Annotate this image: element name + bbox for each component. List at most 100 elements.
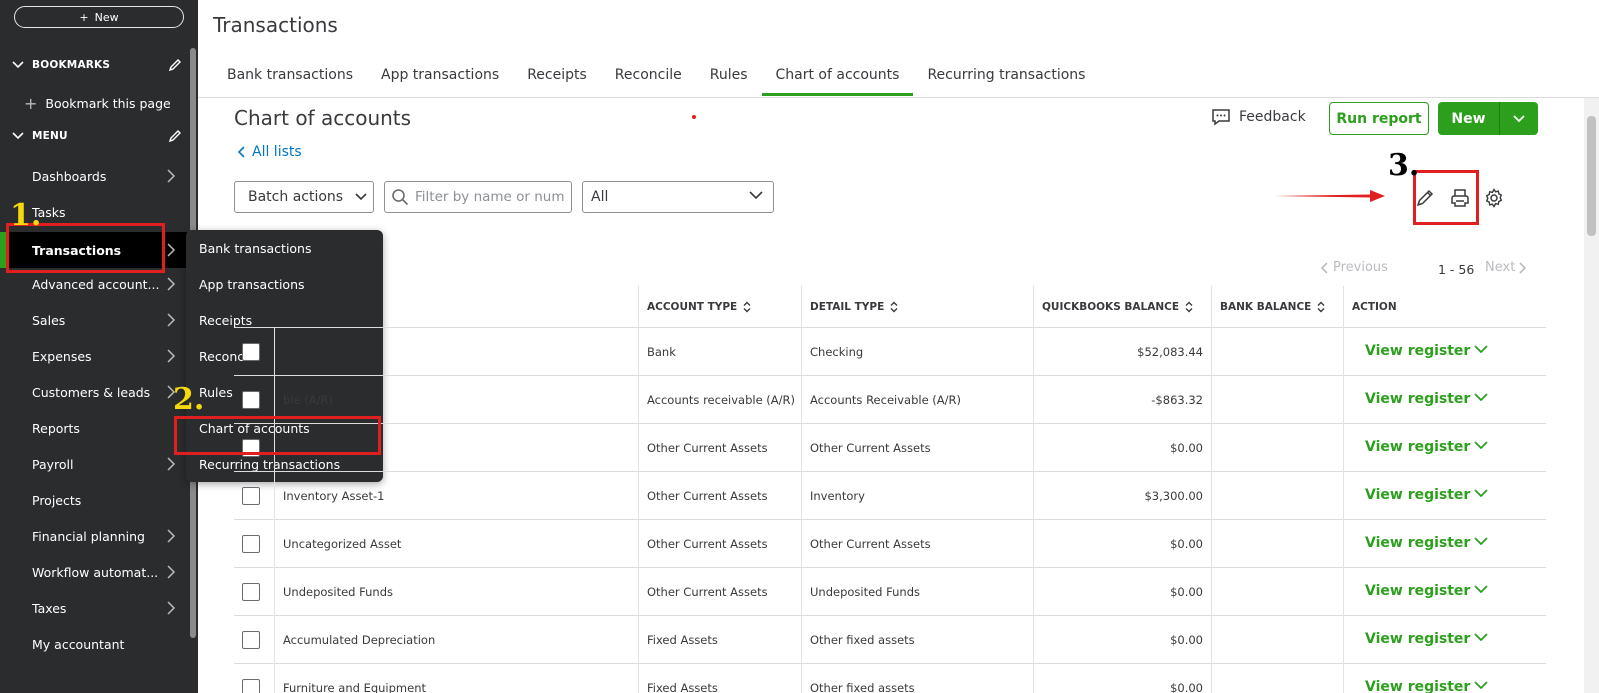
edit-menu-pencil-icon[interactable] [168, 129, 182, 143]
table-header: ACCOUNT TYPE DETAIL TYPE QUICKBOOKS BALA… [234, 286, 1546, 328]
chevron-left-icon [238, 146, 245, 158]
menu-header[interactable]: MENU [12, 129, 182, 143]
tab-receipts[interactable]: Receipts [513, 60, 601, 96]
nav-item-dashboards[interactable]: Dashboards [0, 160, 190, 192]
bookmarks-header[interactable]: BOOKMARKS [12, 58, 182, 72]
row-checkbox[interactable] [242, 535, 260, 553]
annotation-step-1: 1. [10, 198, 42, 233]
chevron-down-icon[interactable] [1474, 393, 1488, 402]
nav-item-taxes[interactable]: Taxes [0, 592, 190, 624]
chevron-right-icon [1519, 261, 1527, 274]
detail-type: Accounts Receivable (A/R) [801, 376, 1033, 424]
annotation-arrow [1274, 190, 1385, 202]
view-register-link[interactable]: View register [1365, 487, 1470, 503]
row-checkbox[interactable] [242, 487, 260, 505]
filter-search-box [384, 181, 572, 213]
edit-bookmarks-pencil-icon[interactable] [168, 58, 182, 72]
detail-type: Undeposited Funds [801, 568, 1033, 616]
nav-item-reports[interactable]: Reports [0, 412, 190, 444]
tab-app-transactions[interactable]: App transactions [367, 60, 513, 96]
sort-icon [1317, 301, 1325, 313]
batch-actions-dropdown[interactable]: Batch actions [234, 181, 374, 213]
bank-balance [1211, 472, 1343, 520]
pager-count: 1 - 56 [1438, 262, 1475, 277]
view-register-link[interactable]: View register [1365, 343, 1470, 359]
scrollbar-thumb[interactable] [1587, 116, 1596, 236]
new-button[interactable]: + New [14, 6, 184, 28]
main-content: Transactions Bank transactions App trans… [198, 0, 1599, 693]
main-scrollbar[interactable] [1584, 98, 1599, 693]
nav-item-projects[interactable]: Projects [0, 484, 190, 516]
annotation-step-2: 2. [173, 382, 205, 417]
all-lists-link[interactable]: All lists [238, 144, 302, 160]
chevron-down-icon[interactable] [1474, 345, 1488, 354]
tab-reconcile[interactable]: Reconcile [601, 60, 696, 96]
col-detail-type[interactable]: DETAIL TYPE [801, 286, 1033, 328]
gear-icon[interactable] [1484, 188, 1504, 208]
nav-item-sales[interactable]: Sales [0, 304, 190, 336]
nav-item-workflow-automation[interactable]: Workflow automat... [0, 556, 190, 588]
chevron-left-icon [1321, 261, 1328, 274]
new-dropdown-toggle[interactable] [1500, 102, 1538, 135]
detail-type: Checking [801, 328, 1033, 376]
quickbooks-balance: $3,300.00 [1033, 472, 1211, 520]
view-register-link[interactable]: View register [1365, 631, 1470, 647]
chevron-down-icon[interactable] [1474, 681, 1488, 690]
quickbooks-balance: $0.00 [1033, 616, 1211, 664]
quickbooks-balance: $52,083.44 [1033, 328, 1211, 376]
detail-type: Other Current Assets [801, 424, 1033, 472]
row-checkbox[interactable] [242, 631, 260, 649]
account-type: Other Current Assets [638, 520, 801, 568]
col-account-type[interactable]: ACCOUNT TYPE [638, 286, 801, 328]
col-quickbooks-balance[interactable]: QUICKBOOKS BALANCE [1033, 286, 1211, 328]
pager-next[interactable]: Next [1485, 260, 1527, 275]
row-checkbox[interactable] [242, 679, 260, 693]
col-bank-balance[interactable]: BANK BALANCE [1211, 286, 1343, 328]
filter-input[interactable] [415, 189, 565, 205]
view-register-link[interactable]: View register [1365, 679, 1470, 693]
account-name: Uncategorized Asset [274, 520, 638, 568]
feedback-button[interactable]: Feedback [1211, 108, 1306, 126]
pager-previous[interactable]: Previous [1321, 260, 1388, 275]
row-checkbox[interactable] [242, 583, 260, 601]
nav-item-customers-leads[interactable]: Customers & leads [0, 376, 190, 408]
view-register-link[interactable]: View register [1365, 439, 1470, 455]
chevron-down-icon[interactable] [1474, 441, 1488, 450]
annotation-box-2 [174, 416, 381, 455]
view-register-link[interactable]: View register [1365, 391, 1470, 407]
chevron-right-icon [167, 601, 176, 615]
plus-icon: + [79, 10, 89, 24]
row-checkbox[interactable] [242, 343, 260, 361]
detail-type: Inventory [801, 472, 1033, 520]
tab-recurring-transactions[interactable]: Recurring transactions [913, 60, 1099, 96]
chevron-down-icon[interactable] [1474, 537, 1488, 546]
col-action: ACTION [1343, 286, 1546, 328]
account-name: Furniture and Equipment [274, 664, 638, 693]
chevron-down-icon[interactable] [1474, 585, 1488, 594]
chevron-down-icon [1513, 114, 1525, 122]
nav-item-financial-planning[interactable]: Financial planning [0, 520, 190, 552]
account-name: Undeposited Funds [274, 568, 638, 616]
tab-rules[interactable]: Rules [696, 60, 762, 96]
chevron-down-icon[interactable] [1474, 489, 1488, 498]
bookmark-this-page[interactable]: + Bookmark this page [24, 94, 171, 113]
table-row: Accumulated Depreciation Fixed Assets Ot… [234, 616, 1546, 664]
chevron-down-icon[interactable] [1474, 633, 1488, 642]
view-register-link[interactable]: View register [1365, 535, 1470, 551]
table-row: Bank Checking $52,083.44 View register [234, 328, 1546, 376]
table-row: Inventory Asset-1 Other Current Assets I… [234, 472, 1546, 520]
account-name [274, 328, 638, 376]
row-checkbox[interactable] [242, 391, 260, 409]
nav-item-expenses[interactable]: Expenses [0, 340, 190, 372]
new-account-button[interactable]: New [1438, 102, 1500, 135]
view-register-link[interactable]: View register [1365, 583, 1470, 599]
tab-chart-of-accounts[interactable]: Chart of accounts [761, 60, 914, 96]
tab-bank-transactions[interactable]: Bank transactions [213, 60, 367, 96]
tabs-divider [198, 97, 1599, 98]
account-type-select[interactable]: All [582, 181, 774, 213]
account-type: Bank [638, 328, 801, 376]
nav-item-payroll[interactable]: Payroll [0, 448, 190, 480]
quickbooks-balance: -$863.32 [1033, 376, 1211, 424]
run-report-button[interactable]: Run report [1329, 102, 1429, 135]
nav-item-my-accountant[interactable]: My accountant [0, 628, 190, 660]
